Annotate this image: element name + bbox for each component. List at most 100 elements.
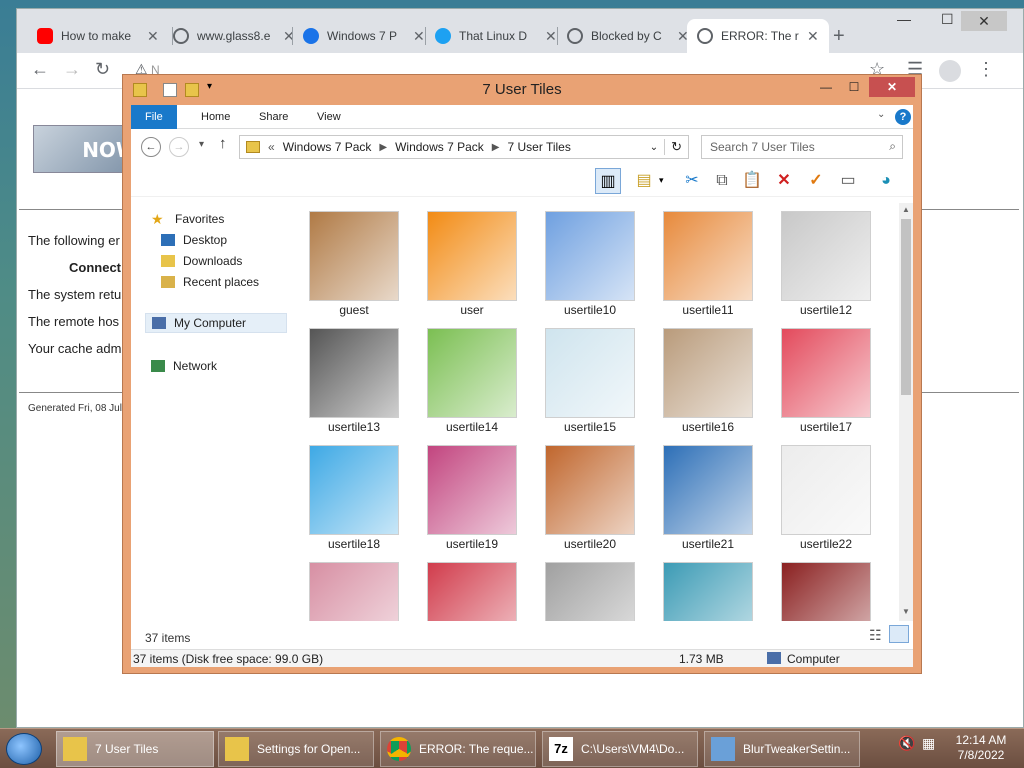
address-bar[interactable]: « Windows 7 Pack ▶ Windows 7 Pack ▶ 7 Us… — [239, 135, 689, 159]
tab-file[interactable]: File — [131, 105, 177, 129]
file-tile[interactable]: usertile12 — [779, 209, 873, 321]
thumbnail-image — [309, 211, 399, 301]
vertical-scrollbar[interactable]: ▲ ▼ — [899, 203, 913, 621]
nav-network[interactable]: Network — [151, 356, 217, 376]
nav-favorites[interactable]: ★ Favorites — [151, 209, 224, 229]
tab-home[interactable]: Home — [187, 105, 244, 129]
minimize-button[interactable]: — — [897, 11, 911, 27]
refresh-icon[interactable]: ↻ — [664, 139, 688, 155]
details-view-icon[interactable]: ☷ — [869, 627, 882, 644]
menu-icon[interactable]: ⋮ — [977, 59, 995, 80]
minimize-button[interactable]: — — [813, 77, 839, 97]
scroll-down-icon[interactable]: ▼ — [901, 607, 911, 619]
browser-tab[interactable]: Windows 7 P ✕ — [293, 19, 435, 53]
file-tile[interactable]: usertile11 — [661, 209, 755, 321]
maximize-button[interactable]: ☐ — [941, 11, 954, 28]
large-icons-view-icon[interactable] — [889, 625, 909, 643]
rename-icon[interactable]: ▭ — [835, 168, 861, 194]
recent-locations-icon[interactable]: ▾ — [199, 139, 204, 150]
file-tile[interactable]: usertile19 — [425, 443, 519, 555]
file-tile[interactable]: usertile18 — [307, 443, 401, 555]
breadcrumb[interactable]: 7 User Tiles — [508, 140, 571, 154]
file-tile[interactable]: usertile22 — [779, 443, 873, 555]
7zip-icon: 7z — [549, 737, 573, 761]
delete-icon[interactable]: ✕ — [771, 168, 797, 194]
browser-tab[interactable]: www.glass8.e ✕ — [163, 19, 305, 53]
paste-icon[interactable]: 📋 — [739, 168, 765, 194]
file-tile[interactable]: usertile10 — [543, 209, 637, 321]
close-button[interactable]: ✕ — [961, 11, 1007, 31]
select-icon[interactable]: ✓ — [803, 168, 829, 194]
file-name: usertile17 — [799, 420, 853, 434]
scrollbar-thumb[interactable] — [901, 219, 911, 395]
browser-tab[interactable]: Blocked by C ✕ — [557, 19, 699, 53]
tab-title: Blocked by C — [591, 29, 662, 43]
network-tray-icon[interactable]: ▦ — [922, 735, 935, 752]
breadcrumb-overflow[interactable]: « — [268, 140, 275, 154]
taskbar-item-7zip[interactable]: 7z C:\Users\VM4\Do... — [542, 731, 698, 767]
cut-icon[interactable]: ✂ — [679, 168, 705, 194]
taskbar-item-blurtweaker[interactable]: BlurTweakerSettin... — [704, 731, 860, 767]
close-tab-icon[interactable]: ✕ — [413, 28, 425, 45]
nav-label: Favorites — [175, 212, 225, 226]
file-tile[interactable]: usertile13 — [307, 326, 401, 438]
maximize-button[interactable]: ☐ — [841, 77, 867, 97]
address-dropdown-icon[interactable]: ⌄ — [650, 142, 658, 153]
file-tile[interactable]: usertile15 — [543, 326, 637, 438]
volume-muted-icon[interactable]: 🔇 — [898, 735, 915, 752]
browser-tab[interactable]: That Linux D ✕ — [425, 19, 567, 53]
copy-icon[interactable]: ⧉ — [709, 168, 735, 194]
profile-avatar-icon[interactable] — [939, 60, 961, 82]
file-tile[interactable]: usertile20 — [543, 443, 637, 555]
tab-view[interactable]: View — [303, 105, 355, 129]
taskbar-item-explorer[interactable]: 7 User Tiles — [56, 731, 214, 767]
reload-icon[interactable]: ↻ — [95, 59, 110, 80]
new-tab-button[interactable]: + — [833, 25, 845, 48]
breadcrumb-arrow-icon[interactable]: ▶ — [379, 142, 387, 153]
file-tile[interactable]: usertile14 — [425, 326, 519, 438]
nav-recent-places[interactable]: Recent places — [161, 272, 259, 292]
help-icon[interactable]: ? — [895, 109, 911, 125]
file-tile[interactable] — [543, 560, 637, 621]
explorer-title-bar[interactable]: ▾ 7 User Tiles — ☐ ✕ — [123, 75, 921, 105]
view-dropdown-icon[interactable]: ▾ — [659, 175, 664, 186]
file-tile[interactable]: usertile21 — [661, 443, 755, 555]
breadcrumb[interactable]: Windows 7 Pack — [395, 140, 484, 154]
expand-ribbon-icon[interactable]: ⌄ — [877, 109, 885, 120]
view-options-icon[interactable]: ▤ — [631, 168, 657, 194]
file-tile[interactable] — [779, 560, 873, 621]
close-tab-icon[interactable]: ✕ — [807, 28, 819, 45]
file-tile[interactable]: user — [425, 209, 519, 321]
file-tile[interactable]: guest — [307, 209, 401, 321]
back-icon[interactable]: ← — [31, 59, 49, 80]
nav-desktop[interactable]: Desktop — [161, 230, 227, 250]
breadcrumb[interactable]: Windows 7 Pack — [283, 140, 372, 154]
forward-icon[interactable]: → — [63, 59, 81, 80]
browser-tab-active[interactable]: ERROR: The r ✕ — [687, 19, 829, 53]
up-icon[interactable]: ↑ — [219, 135, 227, 152]
close-tab-icon[interactable]: ✕ — [147, 28, 159, 45]
close-tab-icon[interactable]: ✕ — [545, 28, 557, 45]
file-tile[interactable]: usertile16 — [661, 326, 755, 438]
network-globe-icon[interactable]: ◕ — [873, 168, 899, 194]
taskbar-item-chrome[interactable]: ERROR: The reque... — [380, 731, 536, 767]
scroll-up-icon[interactable]: ▲ — [901, 205, 911, 217]
nav-my-computer[interactable]: My Computer — [145, 313, 287, 333]
preview-pane-icon[interactable]: ▥ — [595, 168, 621, 194]
file-tile[interactable] — [425, 560, 519, 621]
nav-downloads[interactable]: Downloads — [161, 251, 242, 271]
file-tile[interactable] — [661, 560, 755, 621]
browser-tab[interactable]: How to make ✕ — [27, 19, 169, 53]
tab-share[interactable]: Share — [245, 105, 302, 129]
search-input[interactable]: Search 7 User Tiles ⌕ — [701, 135, 903, 159]
forward-icon[interactable]: → — [169, 137, 189, 157]
back-icon[interactable]: ← — [141, 137, 161, 157]
clock[interactable]: 12:14 AM 7/8/2022 — [950, 733, 1012, 763]
breadcrumb-arrow-icon[interactable]: ▶ — [492, 142, 500, 153]
taskbar-item-settings[interactable]: Settings for Open... — [218, 731, 374, 767]
close-button[interactable]: ✕ — [869, 77, 915, 97]
start-button[interactable] — [6, 733, 42, 765]
file-tile[interactable]: usertile17 — [779, 326, 873, 438]
blurtweaker-icon — [711, 737, 735, 761]
file-tile[interactable] — [307, 560, 401, 621]
